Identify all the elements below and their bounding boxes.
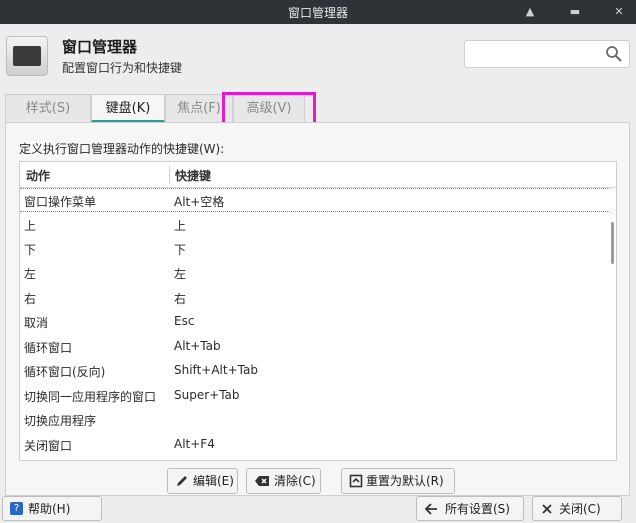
row-shortcut: Esc: [174, 314, 195, 328]
table-header: 动作 快捷键: [20, 162, 616, 188]
search-input[interactable]: [464, 40, 630, 68]
all-settings-button[interactable]: 所有设置(S): [416, 496, 524, 521]
table-row[interactable]: 下 下: [20, 237, 610, 261]
table-row[interactable]: 循环窗口(反向) Shift+Alt+Tab: [20, 359, 610, 383]
arrow-left-icon: [424, 503, 437, 515]
help-button-label: 帮助(H): [28, 502, 71, 516]
row-shortcut: Shift+Alt+Tab: [174, 363, 258, 377]
maximize-icon[interactable]: ▲: [521, 3, 539, 21]
search-icon: [606, 46, 622, 62]
table-row[interactable]: 右 右: [20, 286, 610, 310]
header: 窗口管理器 配置窗口行为和快捷键: [0, 24, 636, 88]
minimize-icon[interactable]: ▬: [566, 3, 584, 21]
tab-style[interactable]: 样式(S): [5, 94, 91, 122]
row-shortcut: Super+Tab: [174, 388, 240, 402]
title-bar: 窗口管理器 ▲ ▬ ✕: [0, 0, 636, 24]
backspace-icon: [255, 476, 269, 486]
edit-button-label: 编辑(E): [193, 474, 234, 488]
close-button[interactable]: 关闭(C): [532, 496, 622, 521]
shortcuts-label: 定义执行窗口管理器动作的快捷键(W):: [19, 142, 225, 156]
row-shortcut: 下: [174, 243, 187, 257]
row-shortcut: 右: [174, 292, 187, 306]
table-row[interactable]: 切换应用程序: [20, 408, 610, 432]
close-icon: [542, 504, 552, 514]
window-manager-app-icon: [6, 36, 48, 76]
table-row[interactable]: 循环窗口 Alt+Tab: [20, 335, 610, 359]
table-row[interactable]: 切换同一应用程序的窗口 Super+Tab: [20, 384, 610, 408]
close-icon[interactable]: ✕: [610, 3, 628, 21]
clear-button-label: 清除(C): [274, 474, 316, 488]
edit-button[interactable]: 编辑(E): [167, 468, 238, 494]
row-shortcut: Alt+F4: [174, 437, 215, 451]
page-subtitle: 配置窗口行为和快捷键: [62, 61, 183, 75]
table-row[interactable]: 窗口操作菜单 Alt+空格: [20, 188, 610, 212]
row-action: 左: [24, 267, 37, 281]
row-action: 右: [24, 292, 37, 306]
tab-bar: 样式(S) 键盘(K) 焦点(F) 高级(V): [5, 94, 630, 122]
all-settings-label: 所有设置(S): [445, 502, 510, 516]
shortcut-table: 动作 快捷键 窗口操作菜单 Alt+空格 上 上 下 下 左 左 右 右 取消 …: [19, 161, 617, 461]
row-shortcut: 上: [174, 219, 187, 233]
table-scrollbar[interactable]: [611, 222, 614, 264]
row-action: 窗口操作菜单: [24, 195, 97, 209]
row-shortcut: Alt+空格: [174, 195, 225, 209]
table-row[interactable]: 上 上: [20, 213, 610, 237]
page-title: 窗口管理器: [62, 38, 138, 56]
row-action: 循环窗口(反向): [24, 365, 106, 379]
row-action: 关闭窗口: [24, 439, 73, 453]
help-icon: ?: [10, 502, 23, 515]
table-row[interactable]: 取消 Esc: [20, 310, 610, 334]
column-header-shortcut[interactable]: 快捷键: [175, 167, 211, 184]
tab-keyboard[interactable]: 键盘(K): [91, 94, 165, 122]
row-action: 取消: [24, 316, 49, 330]
reset-button-label: 重置为默认(R): [366, 474, 444, 488]
table-row[interactable]: 左 左: [20, 261, 610, 285]
pencil-icon: [177, 476, 187, 486]
row-action: 切换同一应用程序的窗口: [24, 390, 157, 404]
table-row[interactable]: 关闭窗口 Alt+F4: [20, 433, 610, 457]
row-shortcut: Alt+Tab: [174, 339, 221, 353]
row-action: 上: [24, 219, 37, 233]
window-title: 窗口管理器: [287, 6, 348, 20]
help-button[interactable]: ? 帮助(H): [2, 496, 102, 521]
clear-button[interactable]: 清除(C): [246, 468, 321, 494]
column-header-action[interactable]: 动作: [26, 167, 50, 184]
row-action: 下: [24, 243, 37, 257]
close-button-label: 关闭(C): [559, 502, 601, 516]
keyboard-panel: 定义执行窗口管理器动作的快捷键(W): 动作 快捷键 窗口操作菜单 Alt+空格…: [5, 122, 630, 496]
reset-to-default-button[interactable]: 重置为默认(R): [341, 468, 455, 494]
row-shortcut: 左: [174, 267, 187, 281]
column-divider: [169, 166, 170, 184]
row-action: 切换应用程序: [24, 414, 97, 428]
row-action: 循环窗口: [24, 341, 73, 355]
reset-icon: [349, 474, 363, 488]
